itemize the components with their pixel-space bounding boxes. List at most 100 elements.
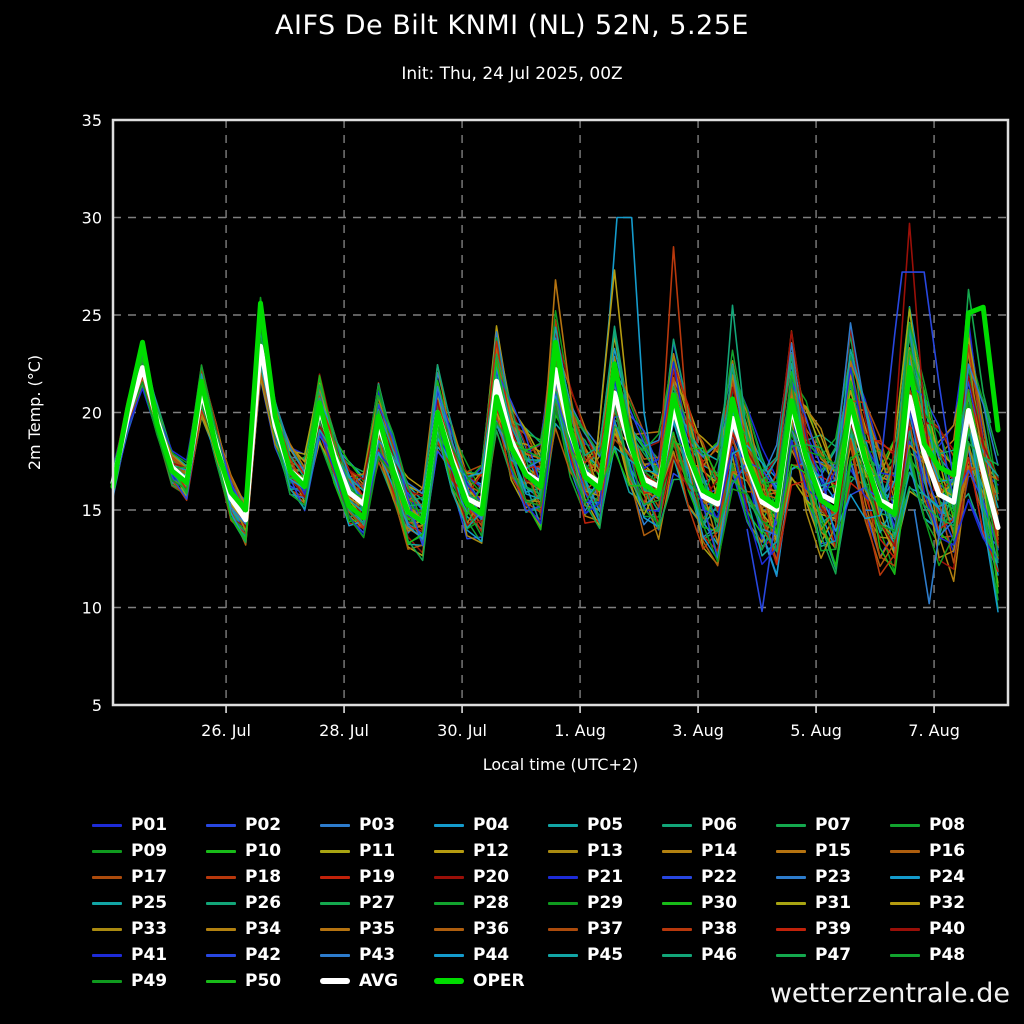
legend-swatch-p43	[320, 953, 350, 957]
legend-swatch-p21	[548, 875, 578, 879]
legend-swatch-p35	[320, 927, 350, 931]
legend-entry-p37: P37	[548, 916, 662, 942]
x-tick-label: 5. Aug	[790, 721, 842, 740]
legend-entry-p50: P50	[206, 968, 320, 994]
legend-label-p49: P49	[131, 971, 168, 991]
y-axis-title: 2m Temp. (°C)	[25, 355, 44, 470]
legend-swatch-p07	[776, 823, 806, 827]
legend-swatch-p17	[92, 875, 122, 879]
legend-label-p44: P44	[473, 945, 510, 965]
legend-swatch-p20	[434, 875, 464, 879]
legend-label-p27: P27	[359, 893, 396, 913]
legend-entry-p21: P21	[548, 864, 662, 890]
legend-entry-p25: P25	[92, 890, 206, 916]
legend-swatch-avg	[320, 978, 350, 984]
y-tick-label: 25	[82, 306, 102, 325]
legend-entry-p22: P22	[662, 864, 776, 890]
legend-label-p38: P38	[701, 919, 738, 939]
legend-swatch-p25	[92, 901, 122, 905]
legend-entry-p46: P46	[662, 942, 776, 968]
legend-label-p11: P11	[359, 841, 396, 861]
legend-entry-oper: OPER	[434, 968, 548, 994]
legend-entry-p05: P05	[548, 812, 662, 838]
y-tick-label: 5	[92, 696, 102, 715]
legend-label-p46: P46	[701, 945, 738, 965]
legend-label-p37: P37	[587, 919, 624, 939]
legend-label-avg: AVG	[359, 971, 399, 991]
legend-label-p43: P43	[359, 945, 396, 965]
y-tick-label: 10	[82, 599, 102, 618]
legend-label-p05: P05	[587, 815, 624, 835]
legend-label-p01: P01	[131, 815, 168, 835]
legend-entry-p38: P38	[662, 916, 776, 942]
legend-swatch-p50	[206, 979, 236, 983]
legend-swatch-p30	[662, 901, 692, 905]
legend-entry-p28: P28	[434, 890, 548, 916]
legend-swatch-p37	[548, 927, 578, 931]
legend-entry-p16: P16	[890, 838, 1004, 864]
legend-entry-p26: P26	[206, 890, 320, 916]
legend-label-p06: P06	[701, 815, 738, 835]
legend-swatch-p10	[206, 849, 236, 853]
legend-label-p28: P28	[473, 893, 510, 913]
legend-swatch-p04	[434, 823, 464, 827]
legend-label-p48: P48	[929, 945, 966, 965]
legend-swatch-p38	[662, 927, 692, 931]
legend-entry-p36: P36	[434, 916, 548, 942]
legend-swatch-p03	[320, 823, 350, 827]
legend-swatch-p09	[92, 849, 122, 853]
legend-label-p14: P14	[701, 841, 738, 861]
legend-entry-p33: P33	[92, 916, 206, 942]
legend-entry-p10: P10	[206, 838, 320, 864]
legend-label-p33: P33	[131, 919, 168, 939]
legend-label-p02: P02	[245, 815, 282, 835]
legend-entry-p02: P02	[206, 812, 320, 838]
legend-entry-p03: P03	[320, 812, 434, 838]
legend-swatch-p41	[92, 953, 122, 957]
legend-label-p16: P16	[929, 841, 966, 861]
legend-label-p35: P35	[359, 919, 396, 939]
legend-entry-p12: P12	[434, 838, 548, 864]
legend-swatch-p23	[776, 875, 806, 879]
legend-label-p32: P32	[929, 893, 966, 913]
legend-label-p17: P17	[131, 867, 168, 887]
legend-entry-p34: P34	[206, 916, 320, 942]
legend-swatch-p26	[206, 901, 236, 905]
legend-swatch-p18	[206, 875, 236, 879]
legend-entry-p11: P11	[320, 838, 434, 864]
legend-label-p10: P10	[245, 841, 282, 861]
legend-swatch-p49	[92, 979, 122, 983]
x-tick-label: 3. Aug	[672, 721, 724, 740]
legend-label-p30: P30	[701, 893, 738, 913]
legend-swatch-p40	[890, 927, 920, 931]
legend-entry-p04: P04	[434, 812, 548, 838]
legend-label-p26: P26	[245, 893, 282, 913]
legend-label-p45: P45	[587, 945, 624, 965]
y-tick-label: 15	[82, 501, 102, 520]
legend-swatch-p24	[890, 875, 920, 879]
x-axis-title: Local time (UTC+2)	[483, 755, 639, 774]
x-tick-label: 30. Jul	[437, 721, 487, 740]
legend-label-p41: P41	[131, 945, 168, 965]
legend-swatch-p29	[548, 901, 578, 905]
legend-entry-p35: P35	[320, 916, 434, 942]
legend-label-p40: P40	[929, 919, 966, 939]
legend-label-p07: P07	[815, 815, 852, 835]
legend-entry-p44: P44	[434, 942, 548, 968]
legend-entry-p48: P48	[890, 942, 1004, 968]
legend-entry-p24: P24	[890, 864, 1004, 890]
watermark: wetterzentrale.de	[769, 978, 1010, 1009]
legend-entry-p42: P42	[206, 942, 320, 968]
legend-label-p04: P04	[473, 815, 510, 835]
y-tick-label: 35	[82, 111, 102, 130]
legend-swatch-p31	[776, 901, 806, 905]
legend-entry-p08: P08	[890, 812, 1004, 838]
legend-label-p42: P42	[245, 945, 282, 965]
legend-entry-p27: P27	[320, 890, 434, 916]
y-tick-label: 30	[82, 209, 102, 228]
legend-label-p03: P03	[359, 815, 396, 835]
legend-swatch-p34	[206, 927, 236, 931]
legend-label-p50: P50	[245, 971, 282, 991]
legend-label-p22: P22	[701, 867, 738, 887]
legend-label-oper: OPER	[473, 971, 525, 991]
